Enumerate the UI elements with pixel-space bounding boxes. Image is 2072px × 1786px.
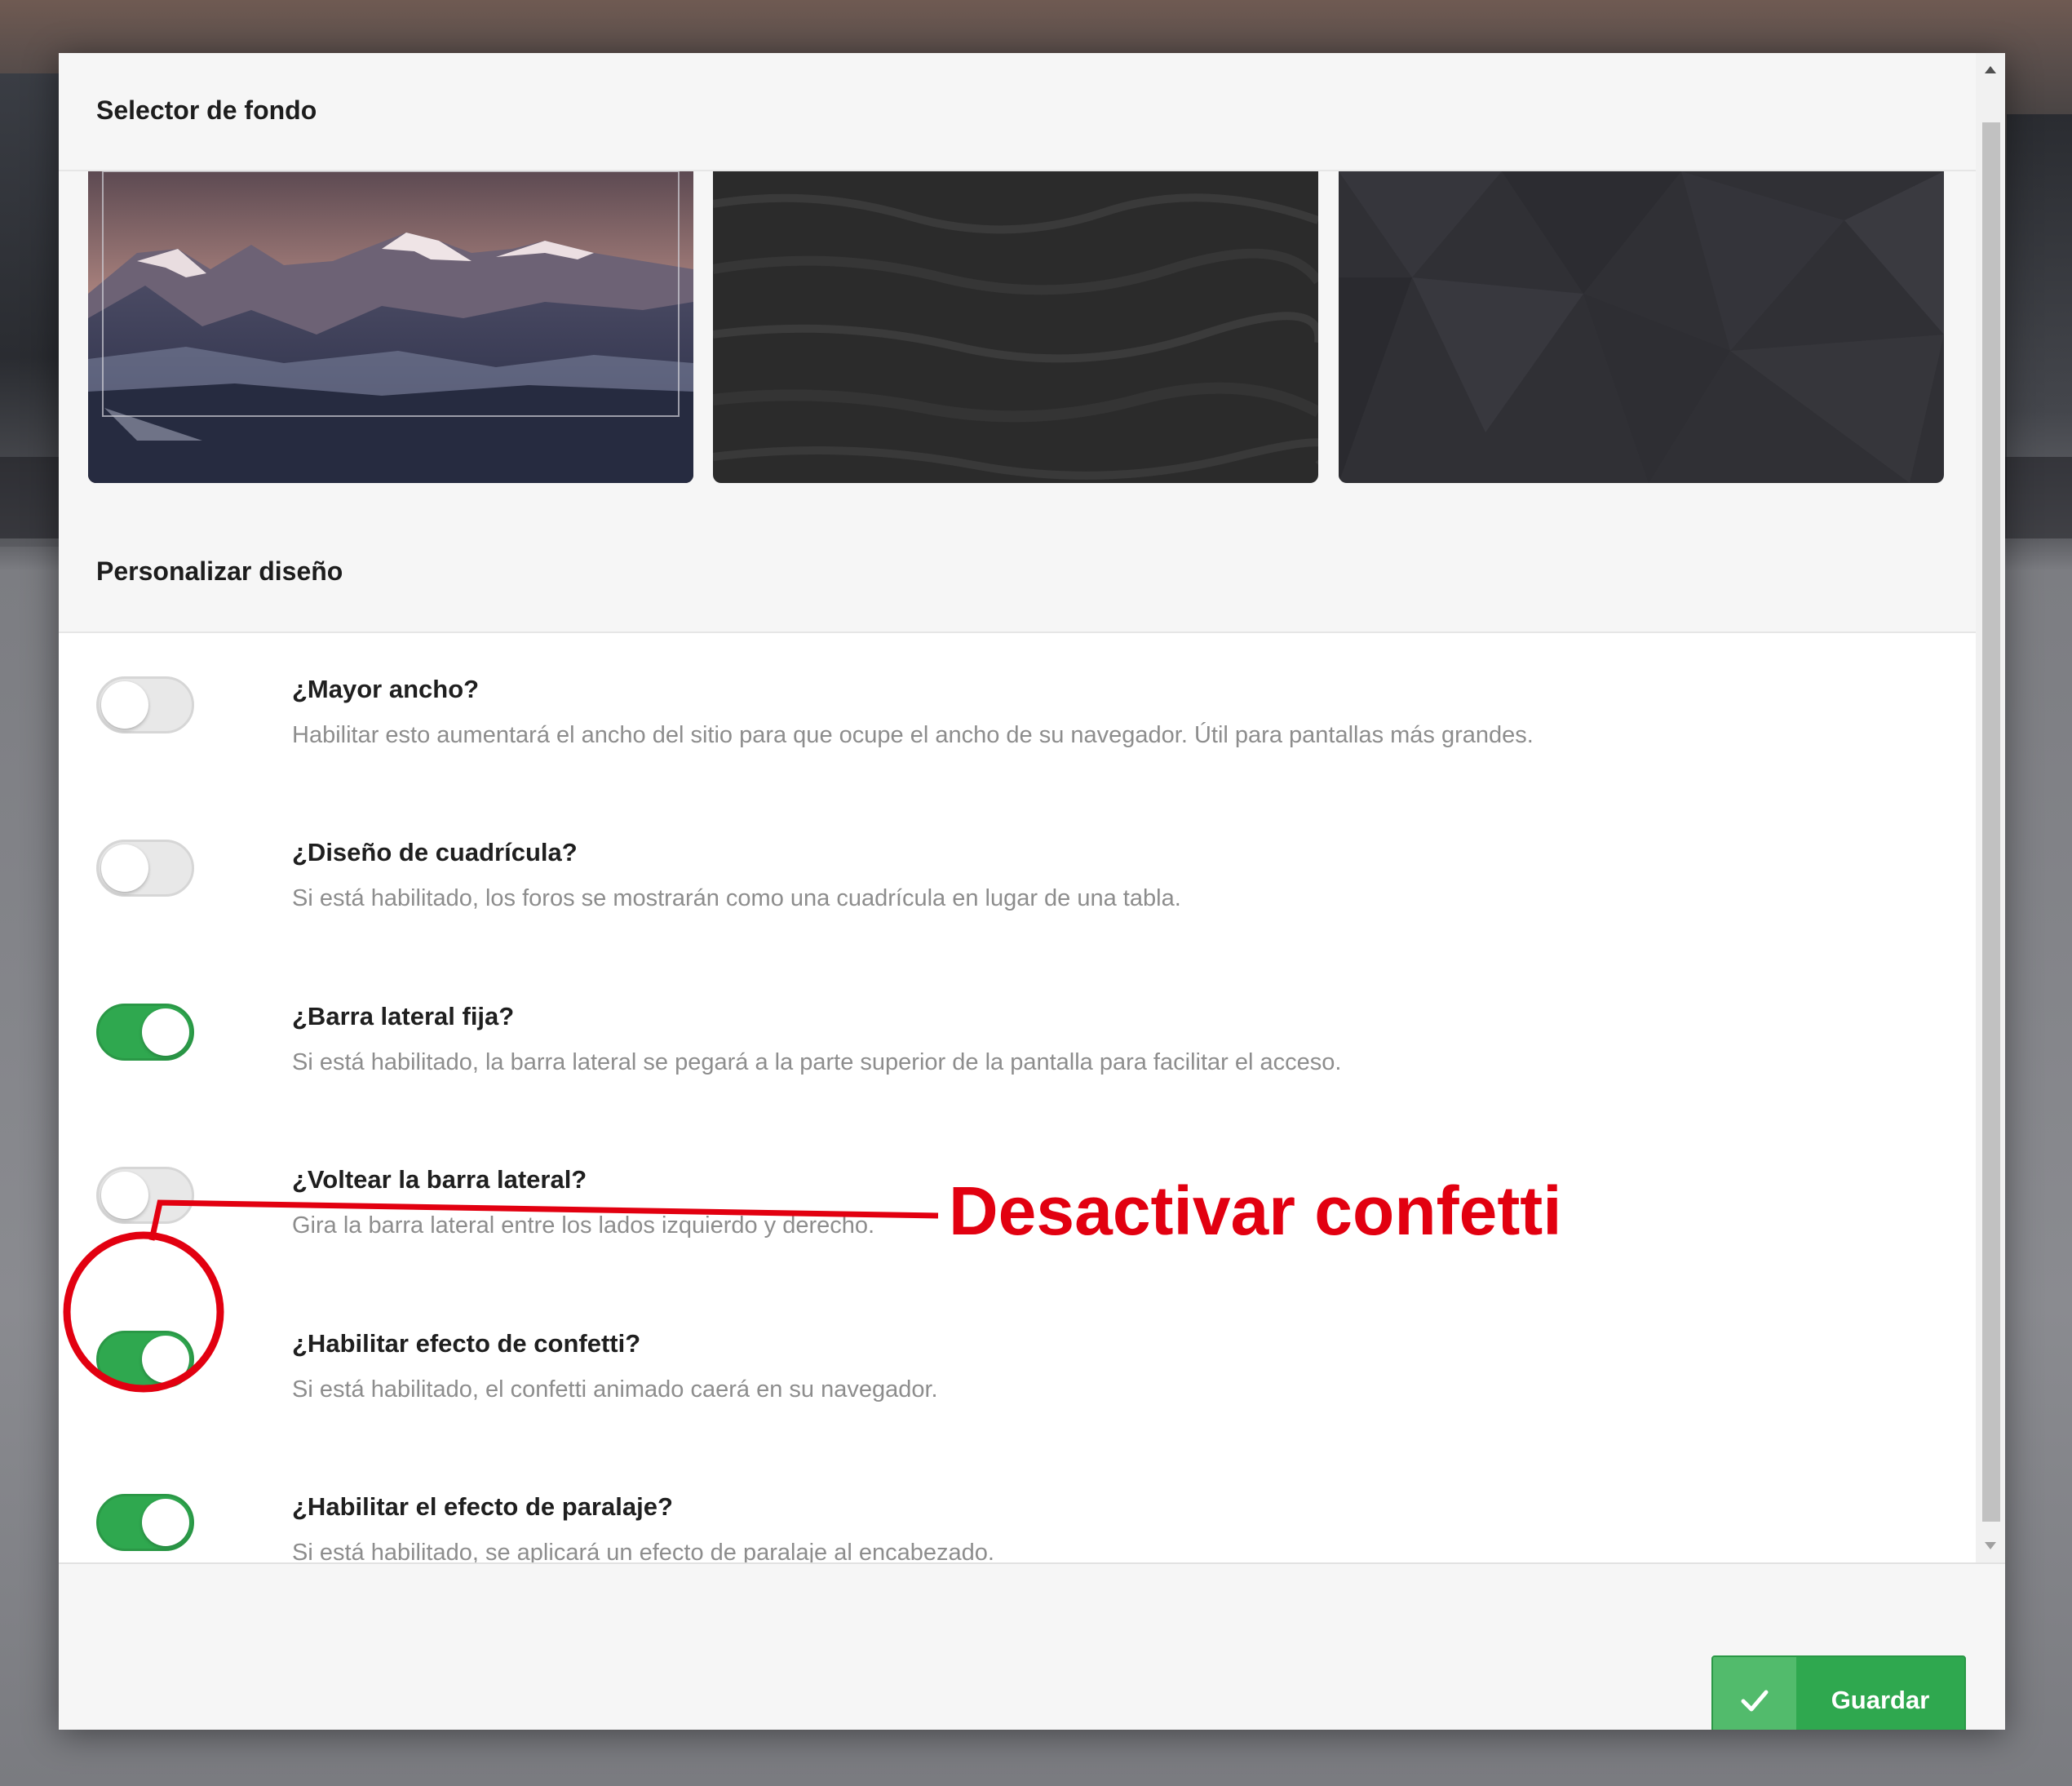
setting-grid-layout: ¿Diseño de cuadrícula? Si está habilitad…	[96, 822, 1940, 920]
background-thumbnail-dark-polygons[interactable]	[1339, 171, 1944, 483]
toggle-knob	[142, 1008, 189, 1056]
wider-width-toggle[interactable]	[96, 676, 194, 733]
modal-scroll-area: Selector de fondo Personalizar diseño ¿M…	[59, 53, 1976, 1562]
toggle-knob	[142, 1499, 189, 1546]
parallax-effect-toggle[interactable]	[96, 1494, 194, 1551]
dark-water-image	[713, 171, 1318, 483]
scroll-down-arrow-icon[interactable]	[1985, 1542, 1996, 1549]
setting-parallax-effect: ¿Habilitar el efecto de paralaje? Si est…	[96, 1476, 1940, 1562]
style-settings-modal: Selector de fondo Personalizar diseño ¿M…	[59, 53, 2005, 1730]
setting-description: Si está habilitado, la barra lateral se …	[292, 1049, 1342, 1075]
customize-design-header: Personalizar diseño	[59, 514, 1976, 633]
setting-label: ¿Habilitar el efecto de paralaje?	[292, 1492, 673, 1521]
toggle-knob	[101, 1172, 148, 1219]
fixed-sidebar-toggle[interactable]	[96, 1004, 194, 1061]
annotation-label: Desactivar confetti	[949, 1172, 1562, 1249]
scroll-up-arrow-icon[interactable]	[1985, 66, 1996, 73]
grid-layout-toggle[interactable]	[96, 840, 194, 897]
scrollbar-thumb[interactable]	[1982, 122, 2000, 1522]
background-thumbnail-dark-water[interactable]	[713, 171, 1318, 483]
setting-description: Habilitar esto aumentará el ancho del si…	[292, 722, 1534, 748]
customize-design-title: Personalizar diseño	[96, 556, 343, 586]
setting-description: Si está habilitado, el confetti animado …	[292, 1376, 938, 1403]
save-button[interactable]: Guardar	[1711, 1655, 1966, 1730]
mountains-image	[88, 171, 693, 483]
toggle-knob	[142, 1336, 189, 1383]
setting-label: ¿Habilitar efecto de confetti?	[292, 1329, 641, 1358]
setting-label: ¿Mayor ancho?	[292, 675, 480, 703]
save-icon-box	[1713, 1657, 1796, 1730]
background-thumbnail-mountains[interactable]	[88, 171, 693, 483]
check-icon	[1741, 1690, 1769, 1712]
setting-label: ¿Voltear la barra lateral?	[292, 1165, 587, 1194]
setting-description: Si está habilitado, se aplicará un efect…	[292, 1540, 994, 1562]
setting-description: Si está habilitado, los foros se mostrar…	[292, 885, 1181, 911]
background-selector-title: Selector de fondo	[96, 95, 317, 125]
setting-label: ¿Barra lateral fija?	[292, 1002, 515, 1030]
save-button-label: Guardar	[1831, 1686, 1930, 1714]
modal-footer: Guardar	[59, 1562, 2005, 1730]
toggle-knob	[101, 844, 148, 892]
setting-wider-width: ¿Mayor ancho? Habilitar esto aumentará e…	[96, 658, 1940, 756]
flip-sidebar-toggle[interactable]	[96, 1167, 194, 1224]
setting-confetti-effect: ¿Habilitar efecto de confetti? Si está h…	[96, 1313, 1940, 1411]
dark-polygons-image	[1339, 171, 1944, 483]
setting-label: ¿Diseño de cuadrícula?	[292, 838, 578, 866]
setting-description: Gira la barra lateral entre los lados iz…	[292, 1212, 875, 1239]
confetti-effect-toggle[interactable]	[96, 1331, 194, 1388]
vertical-scrollbar[interactable]	[1976, 53, 2005, 1562]
setting-fixed-sidebar: ¿Barra lateral fija? Si está habilitado,…	[96, 986, 1940, 1084]
toggle-knob	[101, 681, 148, 729]
background-selector-header: Selector de fondo	[59, 53, 1976, 171]
